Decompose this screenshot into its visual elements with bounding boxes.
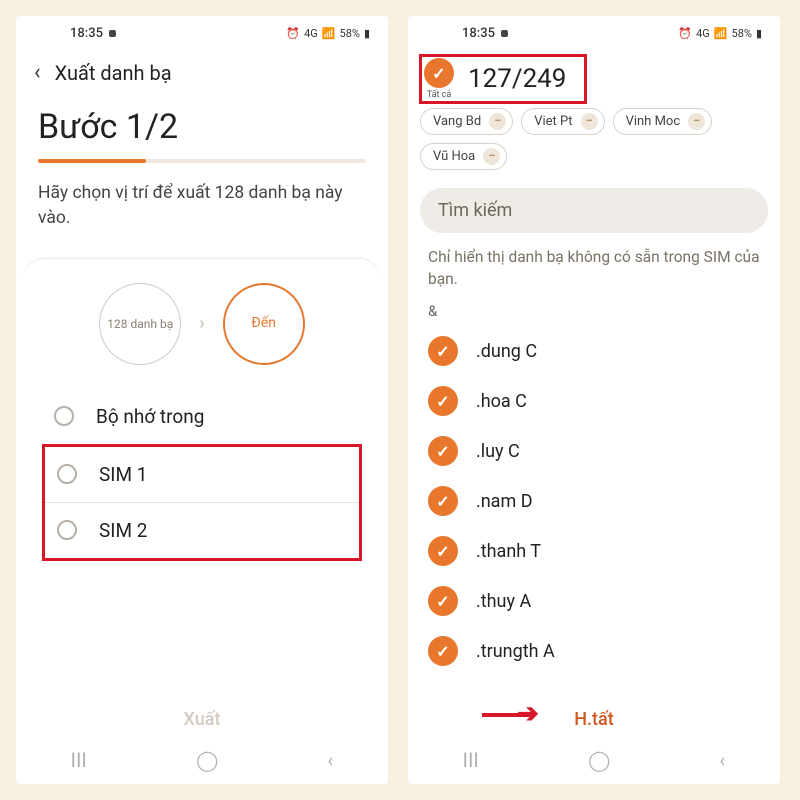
progress-bar (38, 159, 366, 163)
net-icon: 4G (304, 27, 318, 40)
chip-label: Vang Bd (433, 114, 481, 129)
check-icon[interactable] (428, 536, 458, 566)
select-all-toggle[interactable]: Tất cả (424, 58, 454, 100)
highlight-box: SIM 1 SIM 2 (42, 444, 362, 561)
radio-icon (57, 464, 77, 484)
back-icon[interactable]: ‹ (34, 60, 41, 85)
radio-internal-storage[interactable]: Bộ nhớ trong (34, 389, 370, 444)
contact-name: .thuy A (476, 591, 531, 612)
radio-icon (54, 406, 74, 426)
battery-text: 58% (732, 27, 752, 40)
selected-chips: Vang Bd− Viet Pt− Vinh Moc− Vũ Hoa− (408, 108, 780, 178)
check-icon (424, 58, 454, 88)
contact-name: .dung C (476, 341, 537, 362)
contact-row[interactable]: .luy C (418, 426, 770, 476)
chip[interactable]: Vang Bd− (420, 108, 513, 135)
status-time: 18:35 (70, 26, 103, 41)
radio-label: SIM 2 (99, 519, 147, 542)
contact-name: .luy C (476, 441, 520, 462)
radio-sim1[interactable]: SIM 1 (45, 447, 359, 503)
battery-text: 58% (340, 27, 360, 40)
chip[interactable]: Vinh Moc− (613, 108, 713, 135)
instruction-text: Hãy chọn vị trí để xuất 128 danh bạ này … (16, 163, 388, 258)
check-icon[interactable] (428, 386, 458, 416)
contact-list[interactable]: .dung C .hoa C .luy C .nam D .thanh T .t… (408, 326, 780, 691)
source-circle: 128 danh bạ (99, 283, 181, 365)
phone-left: 18:35 ⏰ 4G 📶 58% ▮ ‹ Xuất danh bạ Bước 1… (16, 16, 388, 784)
android-navbar: III ◯ ‹ (408, 740, 780, 784)
android-navbar: III ◯ ‹ (16, 740, 388, 784)
radio-icon (57, 520, 77, 540)
step-title: Bước 1/2 (16, 95, 388, 159)
selection-header: Tất cả 127/249 (408, 46, 780, 108)
status-time: 18:35 (462, 26, 495, 41)
recents-icon[interactable]: III (463, 748, 479, 772)
radio-sim2[interactable]: SIM 2 (45, 503, 359, 558)
source-dest-row: 128 danh bạ › Đến (34, 283, 370, 365)
contact-name: .hoa C (476, 391, 527, 412)
phone-right: 18:35 ⏰ 4G 📶 58% ▮ Tất cả 127/249 Vang B… (408, 16, 780, 784)
battery-icon: ▮ (364, 27, 370, 40)
check-icon[interactable] (428, 436, 458, 466)
contact-row[interactable]: .thuy A (418, 576, 770, 626)
chip-label: Viet Pt (534, 114, 572, 129)
camera-icon (501, 30, 508, 37)
back-nav-icon[interactable]: ‹ (327, 748, 333, 772)
selection-count: 127/249 (468, 64, 566, 94)
contact-name: .thanh T (476, 541, 541, 562)
alarm-icon: ⏰ (678, 27, 692, 40)
radio-label: SIM 1 (99, 463, 147, 486)
contact-row[interactable]: .trungth A (418, 626, 770, 676)
remove-icon[interactable]: − (489, 113, 506, 130)
chip-label: Vinh Moc (626, 114, 681, 129)
battery-icon: ▮ (756, 27, 762, 40)
home-icon[interactable]: ◯ (588, 748, 610, 772)
alarm-icon: ⏰ (286, 27, 300, 40)
header-title: Xuất danh bạ (55, 61, 172, 85)
statusbar: 18:35 ⏰ 4G 📶 58% ▮ (408, 16, 780, 46)
contact-row[interactable]: .dung C (418, 326, 770, 376)
remove-icon[interactable]: − (483, 148, 500, 165)
home-icon[interactable]: ◯ (196, 748, 218, 772)
check-icon[interactable] (428, 636, 458, 666)
contact-row[interactable]: .nam D (418, 476, 770, 526)
check-icon[interactable] (428, 336, 458, 366)
search-input[interactable]: Tìm kiếm (420, 188, 768, 233)
net-icon: 4G (696, 27, 710, 40)
chip[interactable]: Viet Pt− (521, 108, 604, 135)
page-header: ‹ Xuất danh bạ (16, 46, 388, 95)
remove-icon[interactable]: − (581, 113, 598, 130)
chip-label: Vũ Hoa (433, 149, 475, 164)
contact-row[interactable]: .thanh T (418, 526, 770, 576)
chevron-right-icon: › (199, 313, 204, 334)
check-icon[interactable] (428, 486, 458, 516)
dest-circle[interactable]: Đến (223, 283, 305, 365)
check-icon[interactable] (428, 586, 458, 616)
select-all-label: Tất cả (427, 90, 452, 100)
back-nav-icon[interactable]: ‹ (719, 748, 725, 772)
done-button[interactable]: H.tất (408, 691, 780, 740)
signal-icon: 📶 (714, 27, 728, 40)
radio-label: Bộ nhớ trong (96, 405, 204, 428)
contact-row[interactable]: .hoa C (418, 376, 770, 426)
filter-note: Chỉ hiển thị danh bạ không có sẵn trong … (408, 243, 780, 302)
contact-name: .trungth A (476, 641, 555, 662)
remove-icon[interactable]: − (688, 113, 705, 130)
contact-name: .nam D (476, 491, 533, 512)
section-header: & (408, 302, 780, 326)
statusbar: 18:35 ⏰ 4G 📶 58% ▮ (16, 16, 388, 46)
options-card: 128 danh bạ › Đến Bộ nhớ trong SIM 1 SIM… (22, 258, 382, 691)
signal-icon: 📶 (322, 27, 336, 40)
export-button[interactable]: Xuất (16, 691, 388, 740)
recents-icon[interactable]: III (71, 748, 87, 772)
camera-icon (109, 30, 116, 37)
chip[interactable]: Vũ Hoa− (420, 143, 507, 170)
